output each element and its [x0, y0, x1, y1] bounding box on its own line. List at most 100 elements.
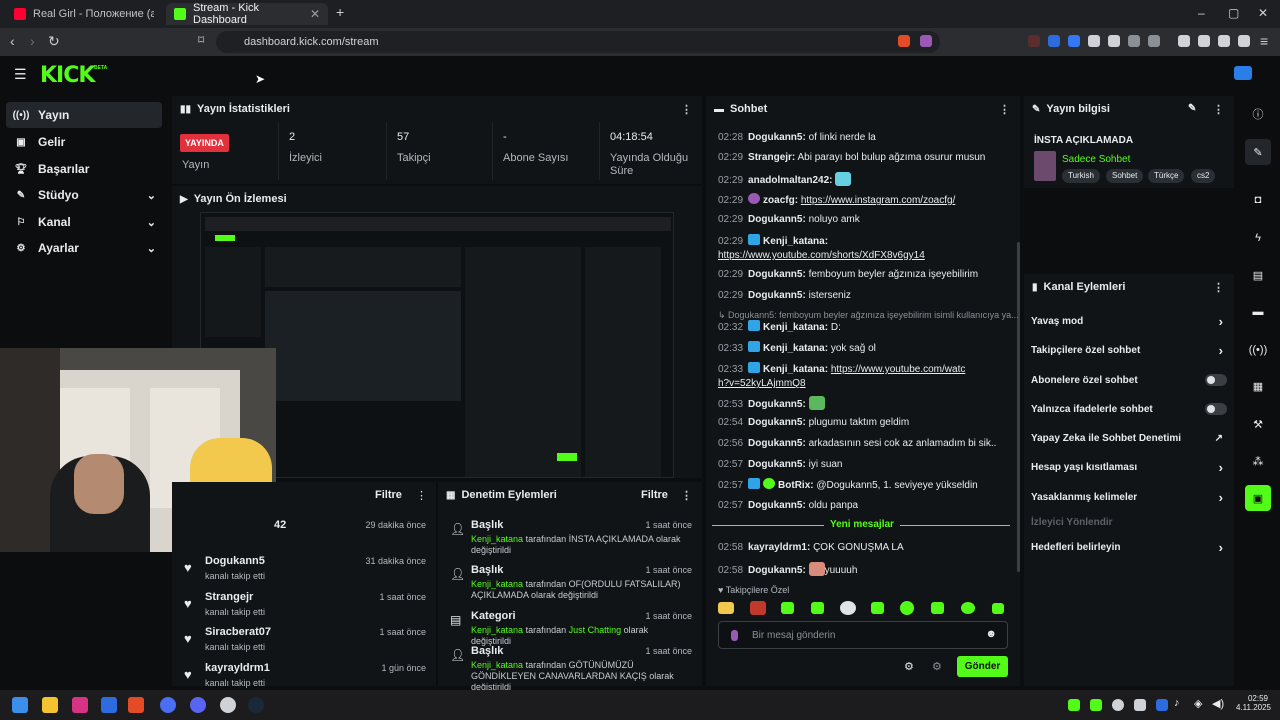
tray-icon[interactable]	[1156, 699, 1168, 711]
minimize-icon[interactable]: –	[1198, 6, 1205, 20]
subscribers-only-toggle[interactable]	[1205, 374, 1227, 386]
tag-chip[interactable]: Sohbet	[1106, 169, 1144, 183]
sidebar-icon[interactable]	[1178, 35, 1190, 47]
emote-icon[interactable]	[718, 602, 734, 614]
follower-name[interactable]: Strangejr	[205, 591, 253, 603]
send-button[interactable]: Gönder	[957, 656, 1008, 677]
kick-logo[interactable]: KICK	[40, 63, 95, 88]
volume-icon[interactable]: ◀)	[1212, 697, 1224, 710]
wrench-icon[interactable]: ⚒	[1245, 411, 1271, 437]
emote-icon[interactable]	[750, 601, 766, 615]
edit-icon[interactable]: ✎	[1188, 103, 1196, 114]
emoji-icon[interactable]: ☻	[985, 628, 997, 640]
file-explorer-icon[interactable]	[42, 697, 58, 713]
emote-icon[interactable]	[840, 601, 856, 615]
menu-icon[interactable]: ≡	[1260, 33, 1268, 49]
wallet-icon[interactable]	[1198, 35, 1210, 47]
emote-icon[interactable]	[931, 602, 944, 614]
sidebar-item-gelir[interactable]: ▣ Gelir	[6, 129, 162, 155]
close-window-icon[interactable]: ✕	[1258, 6, 1268, 20]
brave-rewards-icon[interactable]	[920, 35, 932, 47]
extension-icon[interactable]	[1048, 35, 1060, 47]
emote-icon[interactable]	[900, 601, 914, 615]
broadcast-icon[interactable]: ((•))	[1245, 337, 1271, 363]
leo-icon[interactable]	[1218, 35, 1230, 47]
app-icon[interactable]	[72, 697, 88, 713]
tag-chip[interactable]: Turkish	[1062, 169, 1100, 183]
tag-chip[interactable]: Türkçe	[1148, 169, 1185, 183]
kebab-menu-icon[interactable]: ⋮	[681, 489, 692, 502]
emote-icon[interactable]	[992, 603, 1004, 614]
emote-icon[interactable]	[961, 602, 975, 614]
chat-input[interactable]: Bir mesaj gönderin ☻	[718, 621, 1008, 649]
action-slow-mode[interactable]: Yavaş mod ›	[1031, 314, 1229, 336]
emote-icon[interactable]	[811, 602, 824, 614]
action-account-age[interactable]: Hesap yaşı kısıtlaması ›	[1031, 460, 1229, 482]
filter-button[interactable]: Filtre	[641, 489, 668, 501]
chat-icon[interactable]: ▬	[1245, 299, 1271, 325]
extension-icon[interactable]	[1088, 35, 1100, 47]
steam-icon[interactable]	[248, 697, 264, 713]
apps-icon[interactable]: ▣	[1245, 485, 1271, 511]
follower-name[interactable]: Dogukann5	[205, 555, 265, 567]
profile-avatar[interactable]	[1234, 66, 1252, 80]
bolt-icon[interactable]: ϟ	[1245, 225, 1271, 251]
camera-icon[interactable]: ◘	[1245, 187, 1271, 213]
brave-icon[interactable]	[128, 697, 144, 713]
sidebar-item-ayarlar[interactable]: ⚙ Ayarlar ⌄	[6, 235, 162, 261]
browser-tab-youtube[interactable]: Real Girl - Положение (alisherza	[6, 3, 162, 25]
sidebar-item-kanal[interactable]: ⚐ Kanal ⌄	[6, 209, 162, 235]
kebab-menu-icon[interactable]: ⋮	[1213, 103, 1224, 116]
info-icon[interactable]: ⓘ	[1245, 101, 1271, 127]
action-followers-only[interactable]: Takipçilere özel sohbet ›	[1031, 343, 1229, 365]
app-icon[interactable]	[160, 697, 176, 713]
maximize-icon[interactable]: ▢	[1228, 6, 1239, 20]
url-field[interactable]: dashboard.kick.com/stream	[216, 31, 940, 53]
emotes-only-toggle[interactable]	[1205, 403, 1227, 415]
extension-icon[interactable]	[1108, 35, 1120, 47]
back-icon[interactable]: ‹	[10, 33, 15, 49]
hamburger-menu-icon[interactable]: ☰	[14, 66, 27, 83]
windows-start-icon[interactable]	[12, 697, 28, 713]
share-icon[interactable]: ⁂	[1245, 448, 1271, 474]
category-name[interactable]: Sadece Sohbet	[1062, 154, 1130, 165]
kebab-menu-icon[interactable]: ⋮	[681, 103, 692, 116]
mod-settings-icon[interactable]: ⚙	[932, 660, 942, 673]
tray-icon[interactable]	[1112, 699, 1124, 711]
sidebar-item-basarilar[interactable]: 🏆︎ Başarılar	[6, 156, 162, 182]
discord-icon[interactable]	[190, 697, 206, 713]
chat-link[interactable]: https://www.instagram.com/zoacfg/	[801, 195, 956, 206]
app-icon[interactable]	[101, 697, 117, 713]
sidebar-item-studyo[interactable]: ✎ Stüdyo ⌄	[6, 182, 162, 208]
kebab-menu-icon[interactable]: ⋮	[999, 103, 1010, 116]
extension-icon[interactable]	[1068, 35, 1080, 47]
chat-link[interactable]: https://www.youtube.com/shorts/XdFX8v6gy…	[718, 250, 925, 261]
clock[interactable]: 02:59 4.11.2025	[1236, 694, 1271, 712]
close-tab-icon[interactable]: ✕	[310, 7, 320, 21]
emote-icon[interactable]	[781, 602, 794, 614]
action-set-goals[interactable]: Hedefleri belirleyin ›	[1031, 540, 1229, 562]
network-icon[interactable]: ◈	[1194, 697, 1202, 710]
follower-name[interactable]: kayrayldrm1	[205, 662, 270, 674]
sidebar-item-yayin[interactable]: ((•)) Yayın	[6, 102, 162, 128]
tray-icon[interactable]	[1134, 699, 1146, 711]
follower-name[interactable]: Siracberat07	[205, 626, 271, 638]
bookmark-icon[interactable]: ⌑	[198, 33, 204, 47]
forward-icon[interactable]: ›	[30, 33, 35, 49]
kebab-menu-icon[interactable]: ⋮	[1213, 281, 1224, 294]
extension-icon[interactable]	[1028, 35, 1040, 47]
browser-tab-kick[interactable]: Stream - Kick Dashboard ✕	[166, 2, 328, 26]
tag-chip[interactable]: cs2	[1191, 169, 1216, 183]
new-tab-icon[interactable]: +	[336, 4, 344, 20]
layout-icon[interactable]: ▦	[1245, 373, 1271, 399]
extension-icon[interactable]	[1148, 35, 1160, 47]
filter-button[interactable]: Filtre	[375, 489, 402, 501]
app-icon[interactable]	[220, 697, 236, 713]
puzzle-icon[interactable]	[1128, 35, 1140, 47]
microphone-icon[interactable]: ♪	[1174, 697, 1180, 709]
pencil-icon[interactable]: ✎	[1245, 139, 1271, 165]
vpn-icon[interactable]	[1238, 35, 1250, 47]
reload-icon[interactable]: ↻	[48, 33, 60, 50]
action-ai-moderation[interactable]: Yapay Zeka ile Sohbet Denetimi ↗	[1031, 433, 1229, 453]
tray-icon[interactable]	[1090, 699, 1102, 711]
